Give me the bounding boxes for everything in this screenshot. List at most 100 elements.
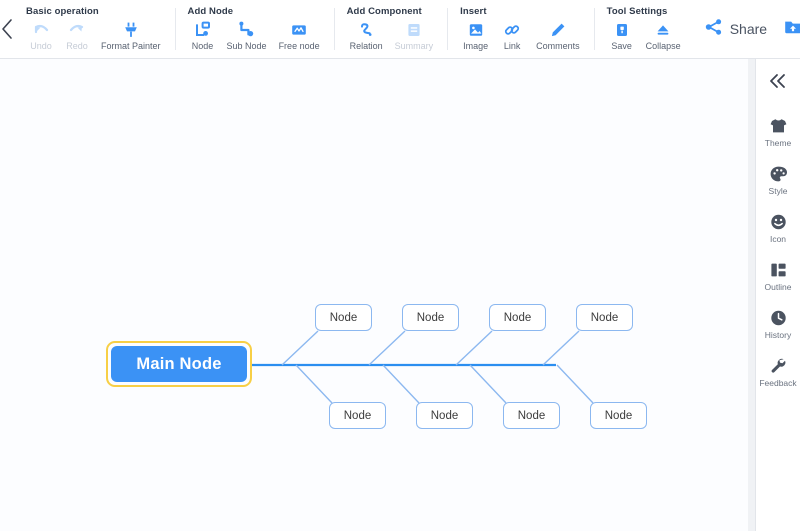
free-node-label: Free node — [278, 41, 320, 51]
node-top-4[interactable]: Node — [576, 304, 633, 331]
node-label: Node — [517, 409, 546, 422]
node-top-3[interactable]: Node — [489, 304, 546, 331]
redo-arrow-icon — [68, 20, 86, 39]
share-icon — [704, 17, 724, 42]
node-label: Node — [503, 311, 532, 324]
main-node[interactable]: Main Node — [106, 341, 252, 387]
toolbar-actions: Share Export — [704, 0, 800, 58]
relation-label: Relation — [349, 41, 383, 51]
node-bottom-2[interactable]: Node — [416, 402, 473, 429]
undo-label: Undo — [30, 41, 52, 51]
right-sidebar: Theme Style Icon Outline History Feedbac… — [755, 59, 800, 531]
add-sub-node-icon — [238, 20, 256, 39]
node-top-1[interactable]: Node — [315, 304, 372, 331]
export-folder-icon — [783, 17, 800, 42]
collapse-icon — [654, 20, 672, 39]
node-label: Node — [329, 311, 358, 324]
top-toolbar: Basic operation Undo Redo Format Painter… — [0, 0, 800, 59]
comments-pencil-icon — [549, 20, 567, 39]
toolbar-group-basic-operation: Basic operation Undo Redo Format Painter — [14, 0, 176, 58]
sidebar-item-feedback[interactable]: Feedback — [756, 356, 800, 388]
sidebar-item-history[interactable]: History — [756, 308, 800, 340]
insert-image-button[interactable]: Image — [458, 20, 493, 52]
mindmap-app: Basic operation Undo Redo Format Painter… — [0, 0, 800, 531]
sidebar-item-label: Style — [768, 186, 788, 196]
node-bottom-4[interactable]: Node — [590, 402, 647, 429]
group-title: Basic operation — [26, 6, 99, 17]
rib-bottom-2 — [382, 364, 420, 404]
palette-icon — [769, 164, 788, 184]
sidebar-item-label: Feedback — [759, 378, 797, 388]
share-button[interactable]: Share — [704, 17, 767, 42]
sidebar-item-theme[interactable]: Theme — [756, 116, 800, 148]
fishbone-connectors — [252, 330, 594, 404]
format-painter-label: Format Painter — [101, 41, 161, 51]
undo-button[interactable]: Undo — [24, 20, 58, 52]
main-node-label: Main Node — [111, 346, 247, 382]
image-icon — [467, 20, 485, 39]
smiley-icon — [769, 212, 788, 232]
collapse-button[interactable]: Collapse — [641, 20, 686, 52]
relation-icon — [357, 20, 375, 39]
wrench-icon — [769, 356, 788, 376]
back-button[interactable] — [0, 0, 14, 58]
undo-arrow-icon — [32, 20, 50, 39]
sidebar-item-label: Theme — [764, 138, 792, 148]
rib-top-4 — [542, 330, 580, 366]
summary-label: Summary — [394, 41, 434, 51]
chevron-left-icon — [0, 18, 14, 40]
node-label: Node — [343, 409, 372, 422]
sidebar-item-style[interactable]: Style — [756, 164, 800, 196]
add-sub-node-button[interactable]: Sub Node — [222, 20, 272, 52]
add-node-button[interactable]: Node — [186, 20, 220, 52]
sidebar-item-label: Icon — [769, 234, 787, 244]
free-node-button[interactable]: Free node — [274, 20, 325, 52]
canvas-scrollbar[interactable] — [748, 59, 755, 531]
sidebar-item-label: Outline — [764, 282, 792, 292]
redo-label: Redo — [66, 41, 88, 51]
group-title: Insert — [460, 6, 487, 17]
summary-button[interactable]: Summary — [390, 20, 439, 52]
group-title: Add Component — [346, 6, 422, 17]
node-bottom-1[interactable]: Node — [329, 402, 386, 429]
toolbar-group-tool-settings: Tool Settings Save Collapse — [595, 0, 696, 58]
format-painter-icon — [122, 20, 140, 39]
collapse-label: Collapse — [645, 41, 681, 51]
mindmap-canvas[interactable]: Main Node Node Node Node Node Node Node … — [0, 59, 755, 531]
insert-image-label: Image — [463, 41, 489, 51]
sidebar-collapse-button[interactable] — [768, 73, 788, 94]
toolbar-group-add-component: Add Component Relation Summary — [335, 0, 449, 58]
tshirt-icon — [769, 116, 788, 136]
save-label: Save — [611, 41, 632, 51]
node-bottom-3[interactable]: Node — [503, 402, 560, 429]
add-sub-node-label: Sub Node — [226, 41, 267, 51]
node-top-2[interactable]: Node — [402, 304, 459, 331]
sidebar-item-icon[interactable]: Icon — [756, 212, 800, 244]
link-icon — [503, 20, 521, 39]
save-lock-icon — [613, 20, 631, 39]
group-title: Add Node — [187, 6, 234, 17]
sidebar-item-label: History — [764, 330, 792, 340]
export-button[interactable]: Export — [783, 17, 800, 42]
insert-link-button[interactable]: Link — [495, 20, 529, 52]
group-title: Tool Settings — [606, 6, 668, 17]
rib-top-1 — [281, 330, 319, 366]
toolbar-group-insert: Insert Image Link Comments — [448, 0, 595, 58]
format-painter-button[interactable]: Format Painter — [96, 20, 166, 52]
insert-comments-button[interactable]: Comments — [531, 20, 585, 52]
sidebar-item-outline[interactable]: Outline — [756, 260, 800, 292]
node-label: Node — [604, 409, 633, 422]
redo-button[interactable]: Redo — [60, 20, 94, 52]
rib-top-3 — [455, 330, 493, 366]
outline-blocks-icon — [769, 260, 788, 280]
add-node-label: Node — [191, 41, 214, 51]
insert-comments-label: Comments — [536, 41, 580, 51]
save-button[interactable]: Save — [605, 20, 639, 52]
clock-icon — [769, 308, 788, 328]
rib-bottom-1 — [295, 364, 333, 404]
double-chevron-left-icon — [768, 74, 788, 93]
node-label: Node — [430, 409, 459, 422]
relation-button[interactable]: Relation — [345, 20, 388, 52]
summary-icon — [405, 20, 423, 39]
node-label: Node — [416, 311, 445, 324]
